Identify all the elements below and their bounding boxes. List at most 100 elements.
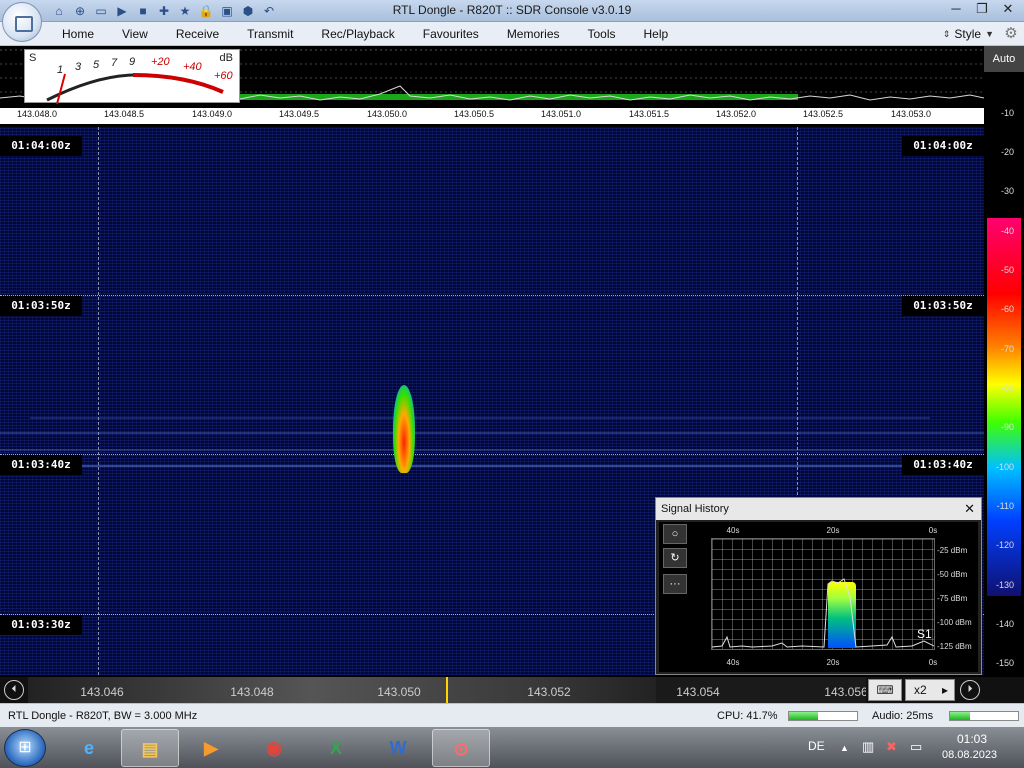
keyboard-icon: ⌨ <box>876 683 894 697</box>
action-center-icon[interactable]: ▭ <box>910 739 922 755</box>
db-label: -150 <box>995 658 1014 668</box>
language-indicator[interactable]: DE <box>808 739 825 753</box>
db-label: -80 <box>1000 383 1014 393</box>
word-icon[interactable]: W <box>369 729 427 767</box>
cpu-usage: CPU: 41.7% <box>717 710 778 722</box>
network-tray-icon[interactable]: ✖ <box>886 739 897 755</box>
menu-transmit[interactable]: Transmit <box>233 22 307 46</box>
history-x-tick: 40s <box>726 526 740 535</box>
history-x-tick: 40s <box>726 658 740 667</box>
db-label: -30 <box>1000 186 1014 196</box>
more-options-button[interactable]: ··· <box>663 574 687 594</box>
tuning-freq-label: 143.052 <box>527 685 571 699</box>
db-label: -120 <box>995 540 1014 550</box>
freq-tick: 143.049.5 <box>278 109 320 119</box>
chevron-right-icon: ▸ <box>941 683 948 697</box>
zoom-value: x2 <box>914 683 927 697</box>
media-player-icon[interactable]: ▶ <box>182 729 240 767</box>
time-label-right: 01:03:50z <box>902 296 984 316</box>
close-icon[interactable]: ✕ <box>964 498 975 520</box>
db-label: -10 <box>1000 108 1014 118</box>
signal-history-plot <box>711 538 935 650</box>
tuning-bar: ⏴ 143.046 143.048 143.050 143.052 143.05… <box>0 677 1024 703</box>
scroll-left-button[interactable]: ⏴ <box>4 680 24 700</box>
scroll-right-button[interactable]: ⏵ <box>960 680 980 700</box>
keyboard-button[interactable]: ⌨ <box>868 679 902 701</box>
db-label: -20 <box>1000 147 1014 157</box>
zoom-select[interactable]: x2 ▸ <box>905 679 955 701</box>
freq-tick: 143.052.5 <box>802 109 844 119</box>
s-meter: S dB 1 3 5 7 9 +20 +40 +60 <box>24 49 240 104</box>
windows-taskbar: ⊞ e ▤ ▶ ◉ X W ⊙ DE ▲ ▥ ✖ ▭ 01:03 08.08.2… <box>0 727 1024 768</box>
s-reading: S1 <box>917 627 932 641</box>
freq-tick: 143.048.0 <box>16 109 58 119</box>
menu-help[interactable]: Help <box>630 22 683 46</box>
record-button[interactable]: ○ <box>663 524 687 544</box>
db-label: -140 <box>995 619 1014 629</box>
db-label: -60 <box>1000 304 1014 314</box>
app-menu-button[interactable] <box>2 2 42 42</box>
history-y-tick: -50 dBm <box>937 570 968 579</box>
signal-history-header[interactable]: Signal History ✕ <box>656 498 981 520</box>
menu-favourites[interactable]: Favourites <box>409 22 493 46</box>
file-explorer-icon[interactable]: ▤ <box>121 729 179 767</box>
spectrum-display[interactable]: S dB 1 3 5 7 9 +20 +40 +60 143.048.0 143… <box>0 46 984 124</box>
db-label: -40 <box>1000 226 1014 236</box>
waterfall-gridline <box>0 454 984 455</box>
db-label: -50 <box>1000 265 1014 275</box>
signal-streak <box>0 449 984 451</box>
start-button[interactable]: ⊞ <box>4 729 46 767</box>
menu-tools[interactable]: Tools <box>574 22 630 46</box>
minimize-button[interactable]: ─ <box>944 0 968 18</box>
sdr-console-window: ⌂ ⊕ ▭ ▶ ■ ✚ ★ 🔒 ▣ ⬢ ↶ RTL Dongle - R820T… <box>0 0 1024 768</box>
menu-home[interactable]: Home <box>48 22 108 46</box>
clock-date[interactable]: 08.08.2023 <box>942 749 997 761</box>
tuning-scale-right[interactable]: 143.054 143.056 <box>656 677 866 703</box>
history-x-tick: 20s <box>826 526 840 535</box>
device-status: RTL Dongle - R820T, BW = 3.000 MHz <box>8 710 198 722</box>
menu-rec-playback[interactable]: Rec/Playback <box>307 22 408 46</box>
gear-icon[interactable]: ⚙ <box>1002 25 1020 43</box>
menu-bar: Home View Receive Transmit Rec/Playback … <box>0 22 1024 46</box>
internet-explorer-icon[interactable]: e <box>60 729 118 767</box>
time-label-left: 01:03:40z <box>0 455 82 475</box>
excel-icon[interactable]: X <box>307 729 365 767</box>
db-scale: Auto -10 -20 -30 -40 -50 -60 -70 -80 -90… <box>984 46 1024 676</box>
tuning-freq-label: 143.048 <box>230 685 274 699</box>
history-trace <box>712 578 934 648</box>
style-menu[interactable]: ⇕ Style ▼ <box>943 22 994 46</box>
clock-time[interactable]: 01:03 <box>957 732 987 746</box>
menu-receive[interactable]: Receive <box>162 22 233 46</box>
up-down-icon: ⇕ <box>942 29 951 39</box>
tuning-cursor[interactable] <box>446 677 448 703</box>
freq-tick: 143.051.0 <box>540 109 582 119</box>
window-title: RTL Dongle - R820T :: SDR Console v3.0.1… <box>392 3 632 17</box>
history-x-tick: 0s <box>928 526 938 535</box>
reset-button[interactable]: ↻ <box>663 548 687 568</box>
history-x-tick: 20s <box>826 658 840 667</box>
signal-trace <box>393 385 415 473</box>
freq-tick: 143.049.0 <box>191 109 233 119</box>
menu-memories[interactable]: Memories <box>493 22 574 46</box>
db-label: -90 <box>1000 422 1014 432</box>
freq-tick: 143.048.5 <box>103 109 145 119</box>
tuning-scale[interactable]: 143.046 143.048 143.050 143.052 <box>28 677 656 703</box>
show-hidden-icons[interactable]: ▲ <box>840 743 849 753</box>
maximize-button[interactable]: ❐ <box>970 0 994 18</box>
close-button[interactable]: ✕ <box>996 0 1020 18</box>
time-label-left: 01:04:00z <box>0 136 82 156</box>
status-bar: RTL Dongle - R820T, BW = 3.000 MHz CPU: … <box>0 703 1024 727</box>
history-x-tick: 0s <box>928 658 938 667</box>
history-y-tick: -125 dBm <box>937 642 972 651</box>
signal-history-title: Signal History <box>661 503 729 515</box>
menu-view[interactable]: View <box>108 22 162 46</box>
auto-scale-button[interactable]: Auto <box>984 46 1024 72</box>
chrome-icon[interactable]: ◉ <box>245 729 303 767</box>
signal-streak <box>0 432 984 434</box>
audio-meter <box>949 711 1019 721</box>
db-label: -130 <box>995 580 1014 590</box>
signal-streak <box>0 465 984 467</box>
signal-streak <box>30 417 930 419</box>
device-tray-icon[interactable]: ▥ <box>862 739 874 755</box>
sdr-console-icon[interactable]: ⊙ <box>432 729 490 767</box>
